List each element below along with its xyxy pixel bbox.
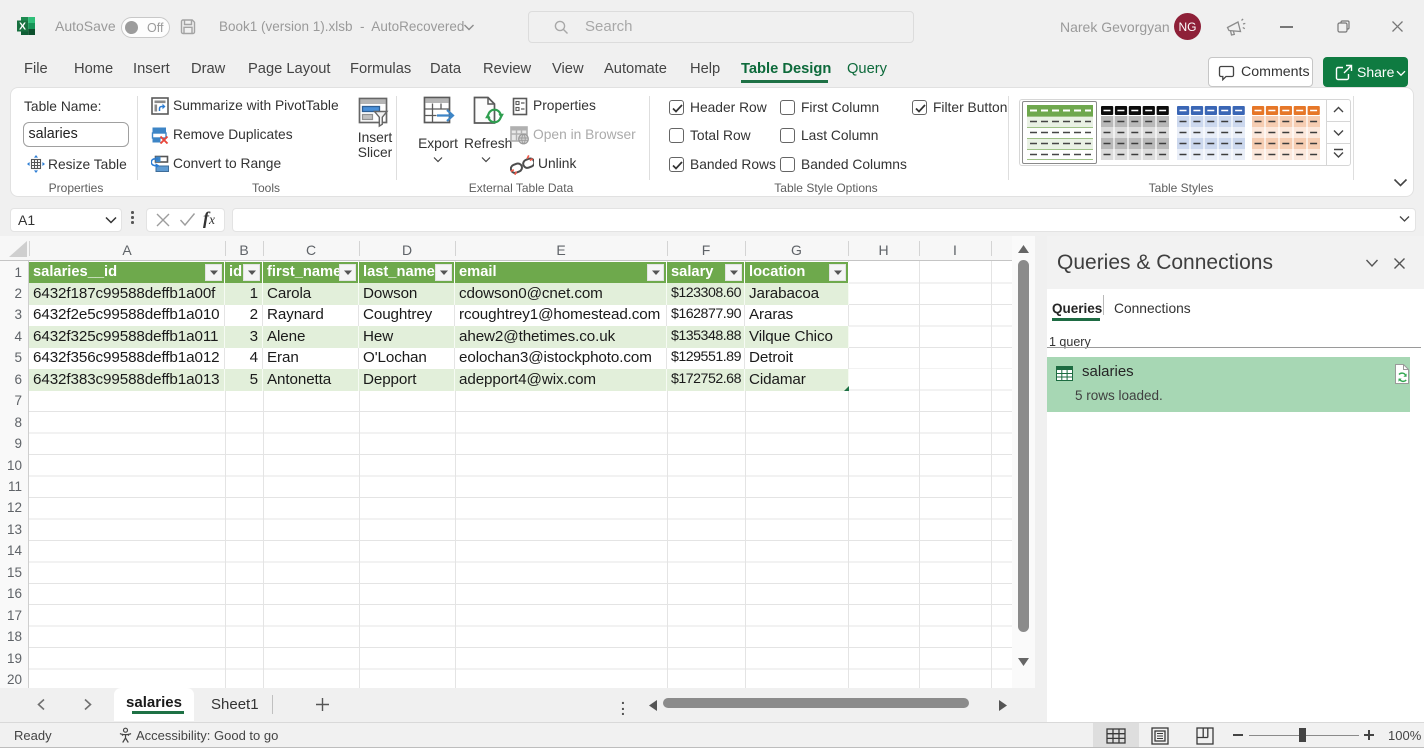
svg-text:X: X [19,21,26,33]
